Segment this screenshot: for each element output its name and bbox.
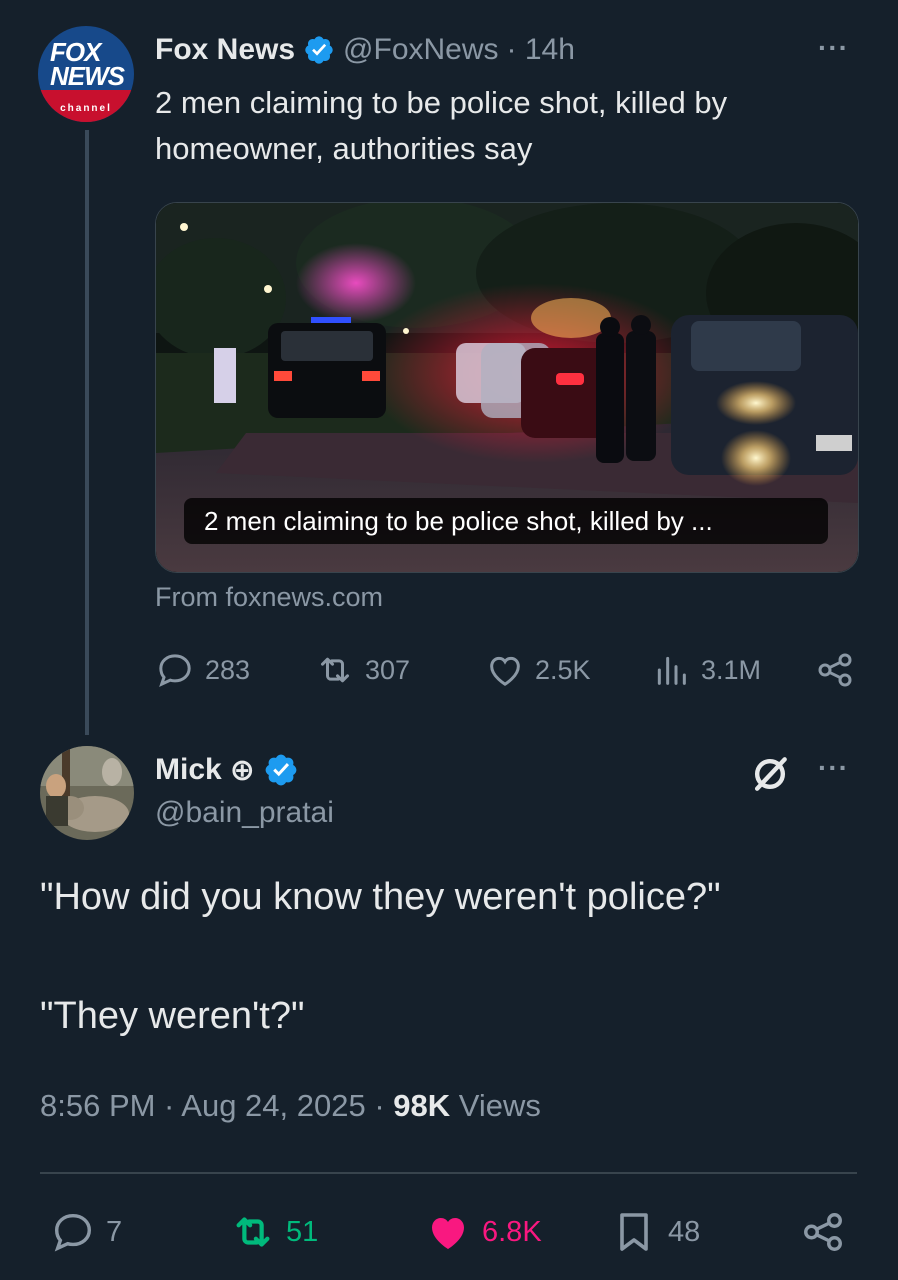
share-icon: [818, 653, 852, 687]
verified-badge-icon: [265, 754, 297, 786]
share-icon: [804, 1213, 842, 1251]
reply-author-avatar[interactable]: [40, 746, 134, 840]
repost-icon: [321, 657, 349, 683]
reply-button[interactable]: 283: [155, 648, 250, 692]
reply-header: Mick ⊕: [155, 750, 299, 790]
repost-count: 307: [365, 654, 411, 685]
heart-filled-icon: [432, 1218, 464, 1249]
like-button[interactable]: 2.5K: [485, 648, 591, 692]
author-display-name[interactable]: Fox News: [155, 33, 295, 67]
timestamp-text[interactable]: 8:56 PM · Aug 24, 2025 ·: [40, 1088, 393, 1123]
bookmark-icon: [620, 1213, 648, 1251]
views-analytics-icon: [657, 656, 686, 685]
avatar-photo-wolf: [40, 746, 134, 840]
repost-button[interactable]: 51: [230, 1208, 318, 1256]
repost-count: 51: [286, 1215, 319, 1248]
reply-count: 7: [106, 1215, 123, 1248]
more-options-icon[interactable]: ···: [818, 752, 849, 784]
tweet-time: · 14h: [506, 33, 575, 66]
tweet-text: 2 men claiming to be police shot, killed…: [155, 85, 728, 166]
repost-button[interactable]: 307: [315, 648, 410, 692]
fox-news-logo-subtext: channel: [60, 103, 112, 114]
reply-button[interactable]: 7: [50, 1208, 122, 1256]
share-button[interactable]: [815, 648, 855, 692]
reply-text-line-2: "They weren't?": [40, 995, 305, 1037]
divider: [40, 1172, 857, 1174]
reply-text-line-1: "How did you know they weren't police?": [40, 876, 721, 918]
views-count: 98K: [393, 1088, 451, 1123]
reply-count: 283: [205, 654, 251, 685]
tweet-header: Fox News @FoxNews · 14h: [155, 28, 575, 72]
tweet-timestamp: 8:56 PM · Aug 24, 2025 · 98K Views: [40, 1088, 541, 1124]
fox-news-logo-text: FOX NEWS: [50, 37, 125, 91]
author-handle[interactable]: @FoxNews: [343, 33, 498, 67]
card-source-link[interactable]: From foxnews.com: [155, 582, 383, 613]
like-count: 6.8K: [482, 1215, 542, 1248]
like-count: 2.5K: [535, 654, 591, 685]
repost-icon: [236, 1217, 270, 1247]
views-count: 3.1M: [701, 654, 762, 685]
like-button[interactable]: 6.8K: [424, 1208, 542, 1256]
share-button[interactable]: [800, 1208, 846, 1256]
thread-connector-line: [85, 130, 89, 735]
reply-actions-bar: 7 51 6.8K 48: [40, 1208, 857, 1256]
reply-author-display-name[interactable]: Mick: [155, 753, 222, 787]
grok-icon[interactable]: [748, 752, 792, 801]
verified-badge-icon: [305, 36, 333, 64]
bookmark-count: 48: [668, 1215, 701, 1248]
link-card[interactable]: 2 men claiming to be police shot, killed…: [155, 202, 859, 573]
card-headline: 2 men claiming to be police shot, killed…: [184, 498, 828, 544]
reply-author-handle[interactable]: @bain_pratai: [155, 796, 334, 830]
views-button[interactable]: 3.1M: [651, 648, 761, 692]
more-options-icon[interactable]: ···: [818, 32, 849, 64]
reply-icon: [54, 1213, 92, 1252]
name-emoji-icon: ⊕: [229, 753, 255, 787]
tweet-actions-bar: 283 307 2.5K 3.1M: [155, 648, 857, 692]
views-label: Views: [450, 1088, 541, 1123]
heart-icon: [490, 656, 520, 686]
bookmark-button[interactable]: 48: [610, 1208, 700, 1256]
reply-icon: [159, 654, 191, 687]
fox-news-avatar[interactable]: FOX NEWS channel: [38, 26, 134, 122]
